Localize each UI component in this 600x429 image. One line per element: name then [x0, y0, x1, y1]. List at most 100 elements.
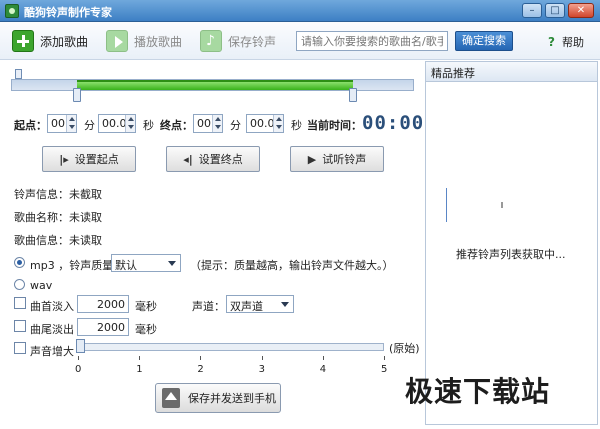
save-send-label: 保存并发送到手机: [188, 392, 276, 405]
save-ringtone-button[interactable]: 保存铃声: [200, 29, 276, 53]
preview-button[interactable]: ▶ 试听铃声: [290, 146, 384, 172]
play-song-button[interactable]: 播放歌曲: [106, 29, 182, 53]
mp3-radio[interactable]: [14, 257, 25, 268]
set-start-button[interactable]: |▸ 设置起点: [42, 146, 136, 172]
volume-tick: [322, 356, 324, 360]
fade-out-label: 曲尾淡出: [30, 323, 74, 336]
wav-label: wav: [30, 279, 53, 292]
fade-in-row: 曲首淡入 2000 毫秒 声道： 双声道: [14, 295, 304, 313]
music-note-icon: [200, 30, 222, 52]
volume-tick-label: 0: [75, 364, 82, 375]
add-song-label: 添加歌曲: [40, 34, 89, 49]
scroll-indicator: [446, 188, 447, 222]
preview-icon: ▶: [307, 152, 317, 166]
save-ringtone-label: 保存铃声: [228, 34, 277, 49]
close-button[interactable]: ✕: [568, 3, 594, 18]
volume-tick: [78, 356, 79, 360]
set-start-icon: |▸: [59, 152, 69, 166]
fade-in-checkbox[interactable]: [14, 297, 26, 309]
start-second-unit: 秒: [143, 119, 154, 132]
current-time-label: 当前时间：: [307, 119, 362, 132]
start-minute-spinner[interactable]: 00: [47, 114, 77, 133]
volume-tick-label: 5: [381, 364, 388, 375]
volume-tick-label: 1: [136, 364, 143, 375]
search-input[interactable]: [296, 31, 448, 51]
start-handle[interactable]: [73, 88, 82, 102]
volume-tick: [384, 356, 385, 360]
start-label: 起点：: [14, 119, 47, 132]
wav-radio[interactable]: [14, 279, 25, 290]
end-handle[interactable]: [348, 88, 357, 102]
add-song-button[interactable]: 添加歌曲: [12, 29, 88, 53]
save-send-button[interactable]: 保存并发送到手机: [155, 383, 281, 413]
start-minute-unit: 分: [84, 119, 95, 132]
volume-slider-thumb[interactable]: [76, 339, 85, 353]
recommend-header: 精品推荐: [426, 62, 597, 82]
help-label: 帮助: [562, 36, 584, 49]
end-minute-unit: 分: [230, 119, 241, 132]
range-selector[interactable]: [8, 64, 417, 104]
fade-in-unit: 毫秒: [135, 300, 157, 313]
start-second-spinner[interactable]: 00.0: [98, 114, 136, 133]
chevron-down-icon: [281, 302, 289, 307]
fade-out-row: 曲尾淡出 2000 毫秒: [14, 318, 174, 336]
current-time-display: 00:00: [362, 112, 425, 134]
quality-hint: （提示：质量越高，输出铃声文件越大。）: [190, 259, 394, 272]
volume-label: 声音增大: [30, 345, 74, 358]
chevron-down-icon: [168, 261, 176, 266]
fade-out-checkbox[interactable]: [14, 320, 26, 332]
ringtone-info: 铃声信息：未截取: [14, 188, 102, 201]
volume-tick: [261, 356, 263, 360]
loading-dot: [501, 202, 503, 208]
title-bar: 酷狗铃声制作专家 – □ ✕: [0, 0, 600, 22]
recommend-loading-text: 推荐铃声列表获取中...: [456, 248, 566, 261]
volume-checkbox[interactable]: [14, 342, 26, 354]
quality-select[interactable]: 默认: [111, 254, 181, 272]
volume-row: 声音增大: [14, 340, 78, 358]
volume-tick-label: 4: [319, 364, 327, 375]
set-end-label: 设置终点: [198, 153, 243, 166]
fade-out-input[interactable]: 2000: [77, 318, 129, 336]
end-second-value: 00.0: [250, 117, 275, 130]
toolbar: 添加歌曲 播放歌曲 保存铃声 确定搜索 ? 帮助: [0, 22, 600, 60]
question-icon: ?: [548, 34, 555, 49]
quality-value: 默认: [115, 259, 137, 272]
set-start-label: 设置起点: [74, 153, 119, 166]
mp3-row: mp3 ，铃声质量： 默认 （提示：质量越高，输出铃声文件越大。）: [14, 254, 414, 272]
volume-tick-label: 3: [258, 364, 265, 375]
watermark-logo: 极速下载站: [405, 375, 551, 408]
end-minute-value: 00: [197, 117, 211, 130]
volume-tick-label: 2: [197, 364, 204, 375]
channel-select[interactable]: 双声道: [226, 295, 294, 313]
range-fill: [77, 80, 353, 90]
fade-in-input[interactable]: 2000: [77, 295, 129, 313]
set-end-icon: ◂|: [183, 152, 193, 166]
minimize-button[interactable]: –: [522, 3, 542, 18]
play-song-label: 播放歌曲: [134, 34, 183, 49]
window-title: 酷狗铃声制作专家: [24, 6, 112, 19]
time-row: 起点： 00 分 00.0 秒 终点： 00 分 00.0 秒 当前时间： 00…: [14, 112, 425, 134]
maximize-button[interactable]: □: [545, 3, 565, 18]
help-button[interactable]: ? 帮助: [548, 34, 584, 50]
preview-label: 试听铃声: [322, 153, 367, 166]
end-second-unit: 秒: [291, 119, 302, 132]
volume-tick: [139, 356, 141, 360]
end-label: 终点：: [160, 119, 193, 132]
start-minute-value: 00: [51, 117, 65, 130]
channel-value: 双声道: [230, 300, 263, 313]
wav-row: wav: [14, 276, 114, 294]
fade-in-label: 曲首淡入: [30, 300, 74, 313]
song-info: 歌曲信息：未读取: [14, 234, 102, 247]
end-minute-spinner[interactable]: 00: [193, 114, 223, 133]
play-icon: [106, 30, 128, 52]
volume-original-label: (原始): [389, 342, 420, 355]
end-second-spinner[interactable]: 00.0: [246, 114, 284, 133]
search-button[interactable]: 确定搜索: [455, 31, 513, 51]
volume-slider-track[interactable]: [78, 343, 384, 351]
start-second-value: 00.0: [102, 117, 127, 130]
plus-icon: [12, 30, 34, 52]
app-icon: [5, 4, 19, 18]
fade-out-unit: 毫秒: [135, 323, 157, 336]
set-end-button[interactable]: ◂| 设置终点: [166, 146, 260, 172]
position-marker[interactable]: [15, 69, 22, 79]
